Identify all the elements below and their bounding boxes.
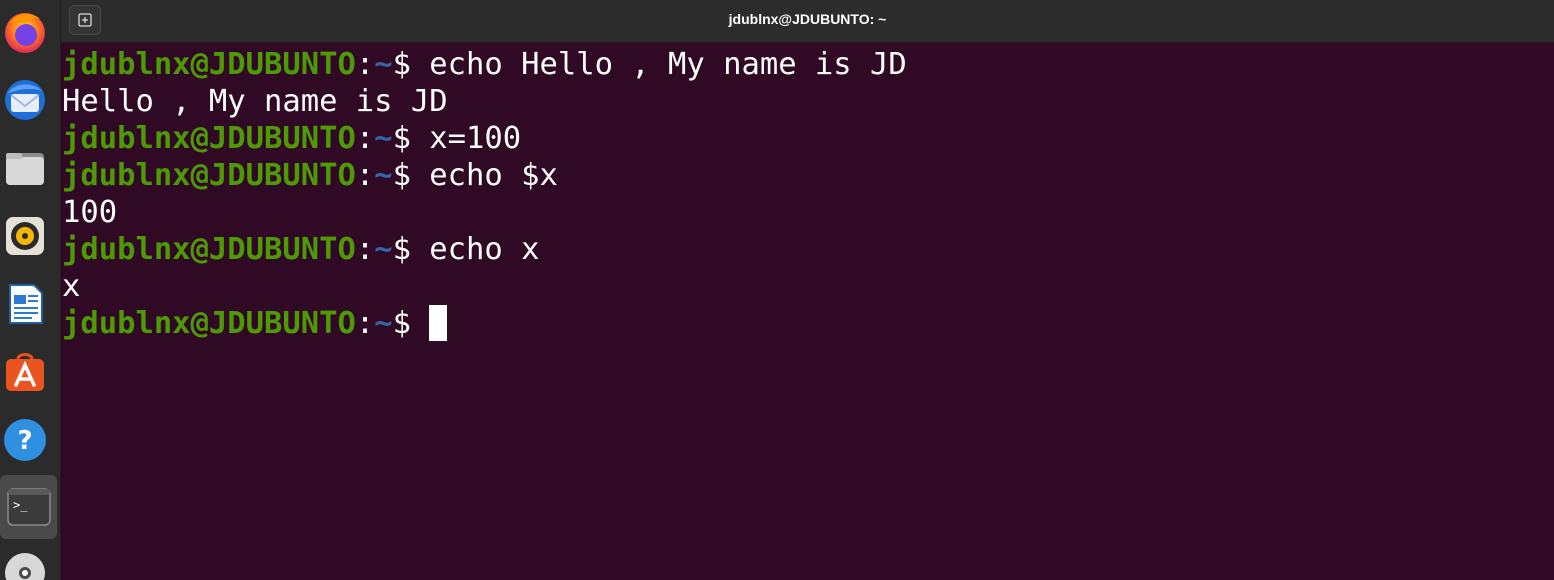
dock-item-dvd[interactable] xyxy=(0,548,50,580)
dock-item-files[interactable] xyxy=(0,143,50,193)
prompt-line: jdublnx@JDUBUNTO:~$ echo $x xyxy=(62,157,1554,194)
prompt-colon: : xyxy=(355,158,375,193)
output-line: 100 xyxy=(62,195,118,230)
dock-item-rhythmbox[interactable] xyxy=(0,211,50,261)
prompt-colon: : xyxy=(355,232,375,267)
command-text: echo x xyxy=(410,232,540,267)
dock-item-terminal[interactable]: >_ xyxy=(0,475,57,539)
prompt-path: ~ xyxy=(374,121,393,156)
dvd-icon xyxy=(5,553,45,580)
svg-text:>_: >_ xyxy=(13,498,28,512)
firefox-icon xyxy=(5,13,45,53)
prompt-user-host: jdublnx@JDUBUNTO xyxy=(62,306,356,341)
prompt-symbol: $ xyxy=(392,232,411,267)
svg-text:?: ? xyxy=(17,426,32,456)
software-center-icon xyxy=(6,353,44,391)
output-line: x xyxy=(62,269,81,304)
command-text: echo $x xyxy=(410,158,558,193)
prompt-colon: : xyxy=(355,47,375,82)
help-icon: ? xyxy=(4,419,46,461)
prompt-user-host: jdublnx@JDUBUNTO xyxy=(62,47,356,82)
window-title: jdublnx@JDUBUNTO: ~ xyxy=(728,11,887,27)
prompt-line: jdublnx@JDUBUNTO:~$ echo x xyxy=(62,231,1554,268)
terminal-headerbar: jdublnx@JDUBUNTO: ~ xyxy=(61,0,1554,43)
thunderbird-icon xyxy=(5,80,45,120)
files-icon xyxy=(6,153,44,185)
prompt-colon: : xyxy=(355,121,375,156)
prompt-user-host: jdublnx@JDUBUNTO xyxy=(62,121,356,156)
prompt-path: ~ xyxy=(374,158,393,193)
terminal-icon: >_ xyxy=(6,488,51,526)
command-text: echo Hello , My name is JD xyxy=(410,47,907,82)
terminal-output[interactable]: jdublnx@JDUBUNTO:~$ echo Hello , My name… xyxy=(61,43,1554,580)
dock: ? >_ xyxy=(0,0,61,580)
prompt-symbol: $ xyxy=(392,121,411,156)
dock-item-thunderbird[interactable] xyxy=(0,75,50,125)
command-text xyxy=(411,306,429,341)
prompt-user-host: jdublnx@JDUBUNTO xyxy=(62,158,356,193)
prompt-symbol: $ xyxy=(392,158,411,193)
output-line: Hello , My name is JD xyxy=(62,84,448,119)
prompt-symbol: $ xyxy=(392,306,411,341)
text-cursor xyxy=(429,304,448,341)
prompt-path: ~ xyxy=(374,47,393,82)
prompt-line: jdublnx@JDUBUNTO:~$ echo Hello , My name… xyxy=(62,46,1554,83)
dock-item-writer[interactable] xyxy=(0,279,50,329)
rhythmbox-icon xyxy=(6,217,44,255)
dock-item-help[interactable]: ? xyxy=(0,415,50,465)
command-text: x=100 xyxy=(410,121,522,156)
prompt-symbol: $ xyxy=(392,47,411,82)
dock-item-firefox[interactable] xyxy=(0,7,50,57)
dock-item-software[interactable] xyxy=(0,347,50,397)
prompt-line: jdublnx@JDUBUNTO:~$ xyxy=(62,304,1554,342)
prompt-path: ~ xyxy=(374,232,393,267)
prompt-line: jdublnx@JDUBUNTO:~$ x=100 xyxy=(62,120,1554,157)
prompt-user-host: jdublnx@JDUBUNTO xyxy=(62,232,356,267)
libreoffice-writer-icon xyxy=(9,284,43,324)
prompt-colon: : xyxy=(355,306,375,341)
prompt-path: ~ xyxy=(374,306,393,341)
